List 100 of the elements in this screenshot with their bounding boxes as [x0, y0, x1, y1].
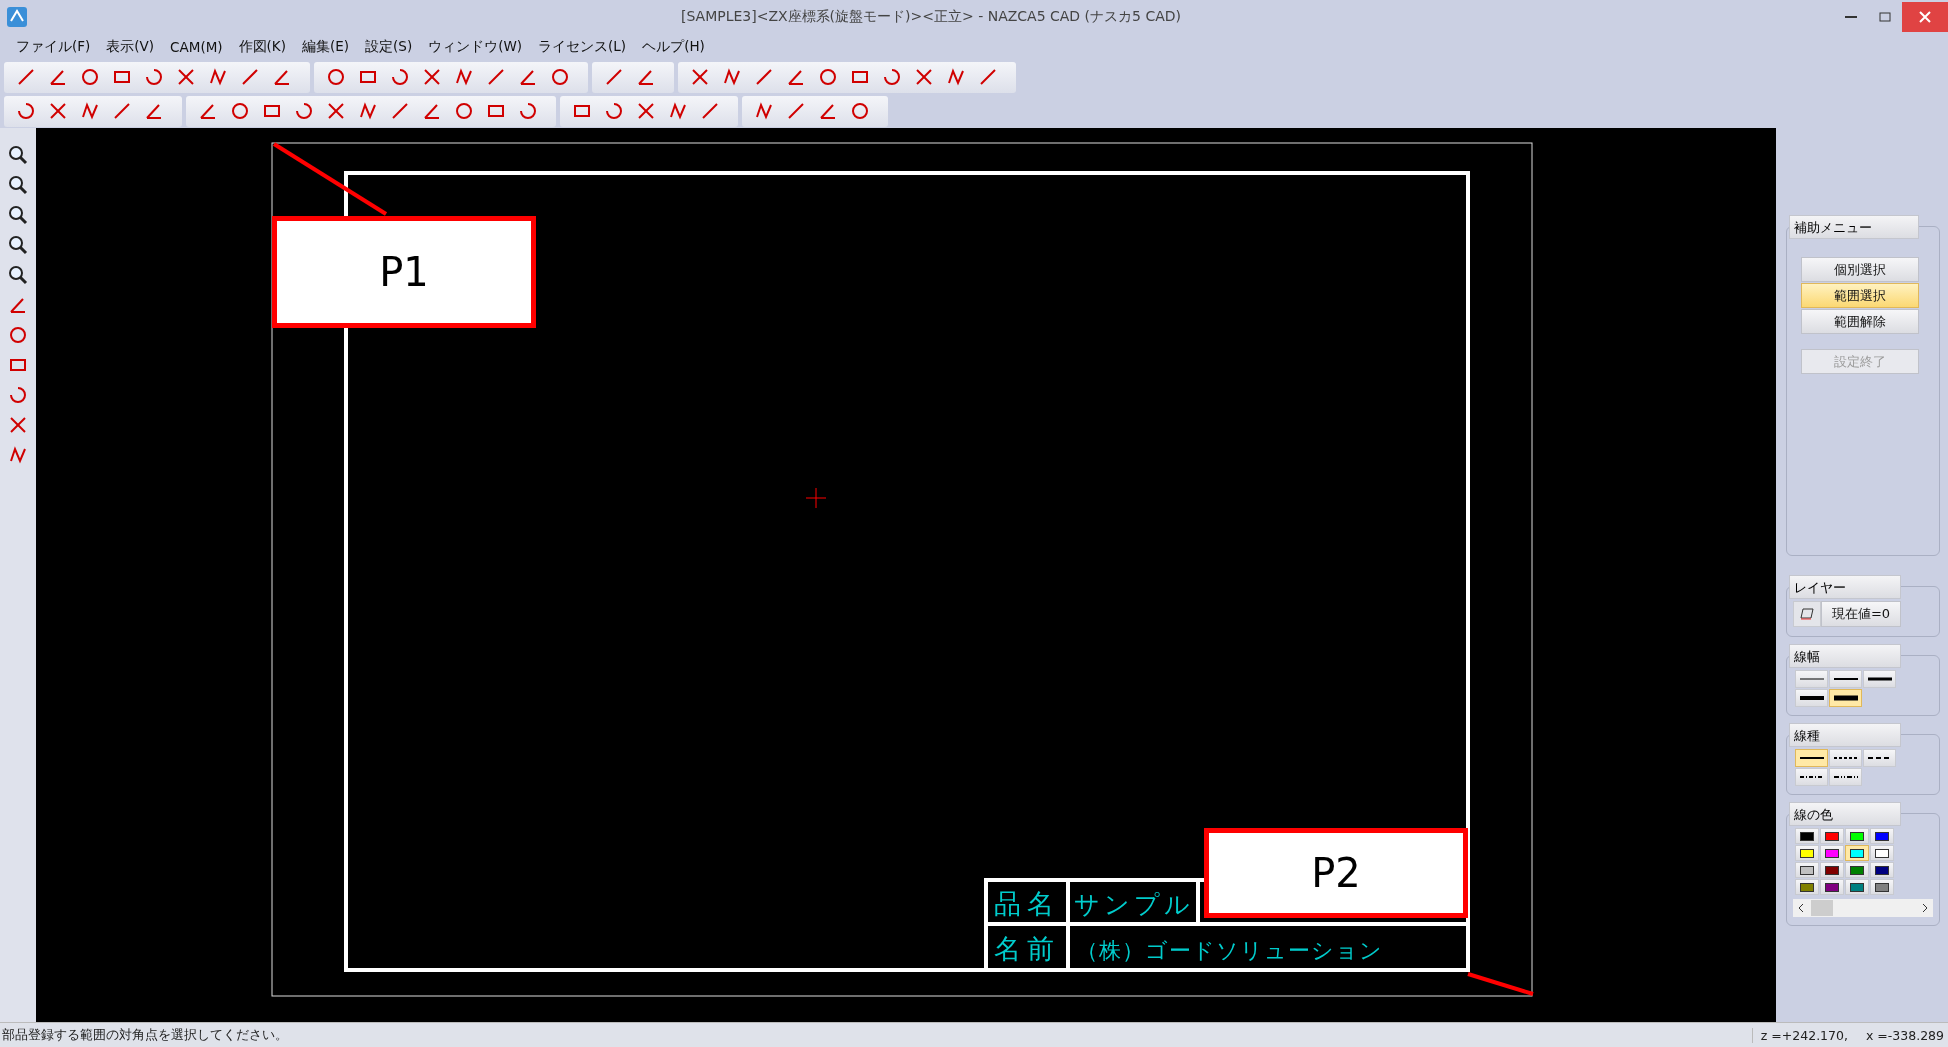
group-title: 補助メニュー [1789, 215, 1919, 239]
group-title: 線幅 [1789, 644, 1901, 668]
color-option[interactable] [1795, 828, 1819, 844]
circle-icon [550, 67, 570, 87]
menu-item[interactable]: 表示(V) [98, 36, 163, 58]
color-option[interactable] [1820, 828, 1844, 844]
line-width-option[interactable] [1829, 689, 1862, 707]
line-type-option[interactable] [1829, 768, 1862, 786]
app-logo-icon [6, 6, 28, 28]
line-style-icon [1799, 756, 1824, 760]
zigzag-icon [722, 67, 742, 87]
cross-icon [914, 67, 934, 87]
magnifier-icon [7, 204, 29, 226]
cross-icon [422, 67, 442, 87]
color-option[interactable] [1845, 862, 1869, 878]
menu-button[interactable]: 範囲選択 [1801, 283, 1919, 308]
circle-icon [326, 67, 346, 87]
color-option[interactable] [1820, 845, 1844, 861]
color-option[interactable] [1845, 879, 1869, 895]
zigzag-icon [8, 445, 28, 465]
circle-icon [8, 325, 28, 345]
color-option[interactable] [1870, 828, 1894, 844]
x-coordinate: x =-338.289 [1865, 1027, 1944, 1043]
menu-item[interactable]: ヘルプ(H) [634, 36, 713, 58]
crosshair-icon [805, 487, 827, 509]
minimize-icon [1845, 16, 1857, 18]
line-width-option[interactable] [1795, 689, 1828, 707]
close-button[interactable] [1902, 2, 1948, 32]
line-type-option[interactable] [1795, 749, 1828, 767]
menu-button[interactable]: 範囲解除 [1801, 309, 1919, 334]
title-block-label: 名前 [994, 933, 1060, 964]
magnifier-icon [7, 234, 29, 256]
title-block-value: サンプル [1074, 890, 1194, 919]
color-option[interactable] [1795, 845, 1819, 861]
line-width-icon [1833, 676, 1858, 682]
line-type-option[interactable] [1863, 749, 1896, 767]
cross-icon [48, 101, 68, 121]
circle-icon [454, 101, 474, 121]
layers-icon [1799, 607, 1815, 621]
cross-icon [636, 101, 656, 121]
menu-button[interactable]: 個別選択 [1801, 257, 1919, 282]
line-width-icon [1833, 695, 1858, 701]
line-style-icon [1867, 756, 1892, 760]
zigzag-icon [80, 101, 100, 121]
line-icon [786, 101, 806, 121]
menu-item[interactable]: CAM(M) [162, 37, 231, 57]
line-icon [486, 67, 506, 87]
title-block-value: （株）ゴードソリューション [1076, 938, 1383, 963]
z-coordinate: z =+242.170, [1760, 1027, 1848, 1043]
magnifier-icon [7, 174, 29, 196]
group-title: レイヤー [1789, 575, 1901, 599]
color-option[interactable] [1820, 879, 1844, 895]
circle-icon [818, 67, 838, 87]
color-option[interactable] [1870, 862, 1894, 878]
line-type-option[interactable] [1795, 768, 1828, 786]
menu-item[interactable]: ウィンドウ(W) [420, 36, 531, 58]
cross-icon [326, 101, 346, 121]
color-option[interactable] [1870, 845, 1894, 861]
line-style-icon [1833, 756, 1858, 760]
arc-icon [16, 101, 36, 121]
circle-icon [230, 101, 250, 121]
arc-icon [294, 101, 314, 121]
color-option[interactable] [1820, 862, 1844, 878]
color-option[interactable] [1795, 862, 1819, 878]
callout-label: P2 [1204, 828, 1468, 918]
line-width-icon [1867, 676, 1892, 682]
layer-value-button[interactable]: 現在値=0 [1821, 601, 1901, 627]
menu-item[interactable]: ファイル(F) [8, 36, 99, 58]
zigzag-icon [946, 67, 966, 87]
color-option[interactable] [1870, 879, 1894, 895]
menu-item[interactable]: 設定(S) [357, 36, 421, 58]
line-icon [240, 67, 260, 87]
scrollbar-thumb[interactable] [1811, 900, 1833, 916]
group-title: 線種 [1789, 723, 1901, 747]
line-width-option[interactable] [1863, 670, 1896, 688]
line-width-icon [1799, 695, 1824, 701]
color-option[interactable] [1845, 828, 1869, 844]
line-icon [112, 101, 132, 121]
menu-item[interactable]: 作図(K) [230, 36, 294, 58]
line-type-option[interactable] [1829, 749, 1862, 767]
magnifier-icon [7, 144, 29, 166]
layer-button[interactable] [1793, 601, 1821, 627]
title-block-label: 品名 [994, 888, 1060, 919]
group-title: 線の色 [1789, 802, 1901, 826]
line-width-option[interactable] [1829, 670, 1862, 688]
circle-icon [850, 101, 870, 121]
color-option[interactable] [1845, 845, 1869, 861]
menu-item[interactable]: ライセンス(L) [530, 36, 635, 58]
color-option[interactable] [1795, 879, 1819, 895]
restore-icon [1879, 11, 1891, 23]
scrollbar[interactable] [1793, 899, 1933, 917]
zigzag-icon [208, 67, 228, 87]
menu-item[interactable]: 編集(E) [294, 36, 358, 58]
arc-icon [8, 385, 28, 405]
drawing-canvas[interactable]: 品名 サンプル 名前 （株）ゴードソリューション P1 P2 [36, 128, 1776, 1022]
zigzag-icon [668, 101, 688, 121]
line-icon [754, 67, 774, 87]
line-width-icon [1799, 676, 1824, 682]
line-icon [604, 67, 624, 87]
status-message: 部品登録する範囲の対角点を選択してください。 [2, 1026, 288, 1044]
